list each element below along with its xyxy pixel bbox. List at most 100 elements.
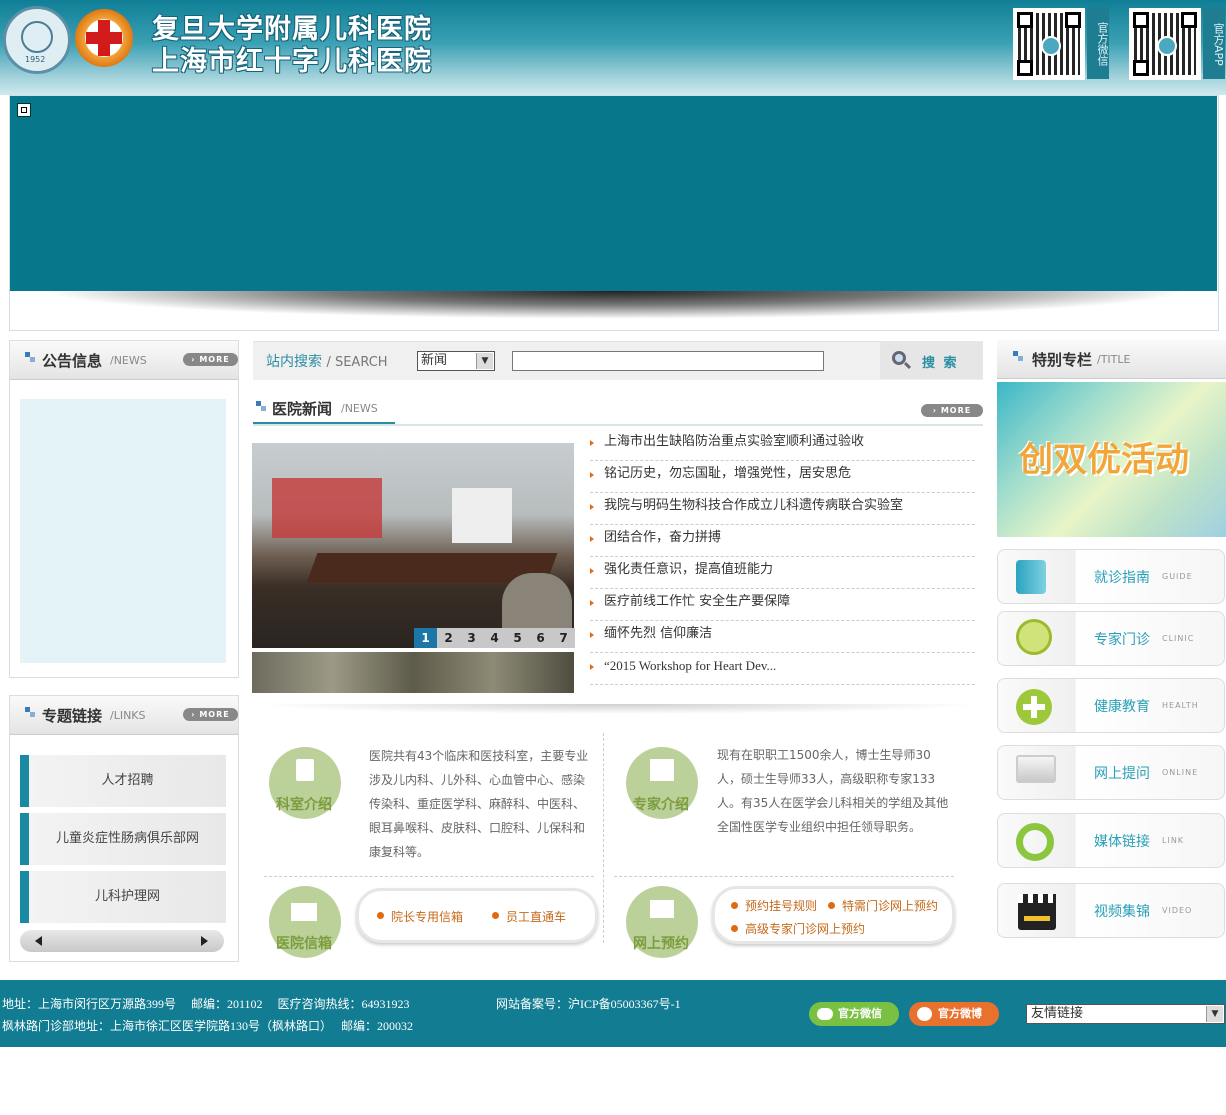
bullet-dot (377, 912, 384, 919)
footer-icp: 网站备案号：沪ICP备05003367号-1 (496, 997, 681, 1011)
section-square-icon (25, 707, 35, 717)
header: 1952 复旦大学附属儿科医院 上海市红十字儿科医院 官方微信 官方APP (0, 0, 1226, 95)
news-header: 医院新闻 /NEWS › MORE (253, 395, 983, 426)
experts-label[interactable]: 专家介绍 (616, 794, 706, 814)
section-square-icon (25, 352, 35, 362)
experts-text: 现有在职职工1500余人，博士生导师30人，硕士生导师33人，高级职称专家133… (717, 748, 949, 834)
news-item[interactable]: 我院与明码生物科技合作成立儿科遗传病联合实验室 (590, 492, 975, 525)
announcements-subtitle: /NEWS (110, 354, 147, 367)
search-category-select[interactable]: 新闻 ▼ (417, 351, 495, 371)
special-header: 特别专栏 /TITLE (997, 340, 1226, 379)
app-qr-label: 官方APP (1203, 7, 1225, 79)
horizontal-divider (264, 876, 594, 877)
slide-page-4[interactable]: 4 (483, 628, 506, 648)
app-qr-code (1129, 8, 1201, 80)
search-button[interactable]: 搜 索 (880, 341, 983, 379)
card-guide[interactable]: 就诊指南 GUIDE (997, 549, 1225, 604)
monitor-icon (650, 900, 674, 918)
announcements-list-area (20, 399, 226, 663)
card-online[interactable]: 网上提问 ONLINE (997, 745, 1225, 800)
search-input[interactable] (512, 351, 824, 371)
announcements-more-button[interactable]: › MORE (183, 353, 238, 366)
weibo-footer-button[interactable]: 官方微博 (909, 1002, 999, 1026)
card-clinic[interactable]: 专家门诊 CLINIC (997, 611, 1225, 666)
guide-book-icon (1016, 560, 1046, 594)
site-title-line2: 上海市红十字儿科医院 (152, 46, 432, 77)
news-item[interactable]: 医疗前线工作忙 安全生产要保障 (590, 588, 975, 621)
divider-shadow (253, 704, 983, 714)
topics-title: 专题链接 (42, 707, 103, 725)
topic-link-recruitment[interactable]: 人才招聘 (20, 755, 226, 807)
topics-scroller[interactable] (20, 930, 224, 952)
recycle-icon (1016, 823, 1054, 861)
announcements-title: 公告信息 (42, 352, 103, 370)
bullet-dot (731, 925, 738, 932)
bullet-dot (828, 902, 835, 909)
news-subtitle: /NEWS (341, 402, 378, 415)
computer-icon (1016, 755, 1056, 783)
slide-page-2[interactable]: 2 (437, 628, 460, 648)
card-health[interactable]: 健康教育 HEALTH (997, 678, 1225, 733)
director-mailbox-link[interactable]: 院长专用信箱 (391, 908, 463, 925)
announcements-header: 公告信息 /NEWS › MORE (10, 341, 238, 380)
scroll-right-icon[interactable] (201, 936, 208, 946)
mailbox-label[interactable]: 医院信箱 (259, 933, 349, 953)
topics-more-button[interactable]: › MORE (183, 708, 238, 721)
news-item[interactable]: 强化责任意识，提高值班能力 (590, 556, 975, 589)
clapperboard-icon (1018, 894, 1056, 930)
banner-slideshow[interactable] (10, 96, 1217, 291)
bullet-dot (731, 902, 738, 909)
special-clinic-booking-link[interactable]: 特需门诊网上预约 (842, 897, 938, 914)
booking-rules-link[interactable]: 预约挂号规则 (745, 897, 817, 914)
document-icon (296, 759, 314, 781)
wechat-icon (817, 1008, 833, 1020)
mail-icon (291, 903, 317, 921)
staff-express-link[interactable]: 员工直通车 (506, 908, 566, 925)
wechat-qr-label: 官方微信 (1087, 7, 1109, 79)
news-item[interactable]: 缅怀先烈 信仰廉洁 (590, 620, 975, 653)
topics-header: 专题链接 /LINKS › MORE (10, 696, 238, 735)
scroll-left-icon[interactable] (35, 936, 42, 946)
booking-label[interactable]: 网上预约 (616, 933, 706, 953)
senior-expert-booking-link[interactable]: 高级专家门诊网上预约 (745, 920, 865, 937)
vertical-divider (603, 733, 604, 943)
topic-link-nursing[interactable]: 儿科护理网 (20, 871, 226, 923)
special-subtitle: /TITLE (1097, 353, 1131, 366)
special-title: 特别专栏 (1032, 351, 1093, 369)
card-media[interactable]: 媒体链接 LINK (997, 813, 1225, 868)
section-square-icon (256, 401, 266, 411)
news-photo-slideshow[interactable] (252, 443, 574, 648)
section-square-icon (1013, 351, 1023, 361)
hospital-seal-logo: 1952 (3, 6, 71, 74)
topics-subtitle: /LINKS (110, 709, 146, 722)
news-item[interactable]: 上海市出生缺陷防治重点实验室顺利通过验收 (590, 428, 975, 461)
chevron-down-icon[interactable]: ▼ (1206, 1006, 1223, 1022)
weibo-icon (917, 1007, 932, 1021)
card-video[interactable]: 视频集锦 VIDEO (997, 883, 1225, 938)
search-title: 站内搜索 / SEARCH (266, 354, 388, 370)
banner-slide-button[interactable] (17, 103, 31, 117)
slide-page-3[interactable]: 3 (460, 628, 483, 648)
slide-page-1[interactable]: 1 (414, 628, 437, 648)
plus-icon (1016, 689, 1052, 725)
bullet-dot (492, 912, 499, 919)
slide-page-7[interactable]: 7 (552, 628, 575, 648)
slide-page-5[interactable]: 5 (506, 628, 529, 648)
horizontal-divider (614, 876, 954, 877)
news-item[interactable]: “2015 Workshop for Heart Dev... (590, 652, 975, 685)
clock-icon (1016, 619, 1052, 655)
news-title: 医院新闻 (272, 400, 333, 418)
news-item[interactable]: 团结合作，奋力拼搏 (590, 524, 975, 557)
wechat-footer-button[interactable]: 官方微信 (809, 1002, 899, 1026)
departments-label[interactable]: 科室介绍 (259, 794, 349, 814)
topic-link-ibd-club[interactable]: 儿童炎症性肠病俱乐部网 (20, 813, 226, 865)
news-item[interactable]: 铭记历史，勿忘国耻，增强党性，居安思危 (590, 460, 975, 493)
footer-address-main: 地址：上海市闵行区万源路399号 邮编：201102 医疗咨询热线：649319… (2, 997, 410, 1011)
news-more-button[interactable]: › MORE (921, 404, 983, 417)
special-banner[interactable]: 创双优活动 (997, 382, 1226, 537)
departments-text: 医院共有43个临床和医技科室，主要专业涉及儿内科、儿外科、心血管中心、感染传染科… (369, 749, 589, 859)
slide-page-6[interactable]: 6 (529, 628, 552, 648)
friend-links-select[interactable]: 友情链接 ▼ (1026, 1004, 1225, 1024)
booking-links-pill: 预约挂号规则 特需门诊网上预约 高级专家门诊网上预约 (712, 886, 955, 944)
chevron-down-icon[interactable]: ▼ (476, 353, 493, 369)
